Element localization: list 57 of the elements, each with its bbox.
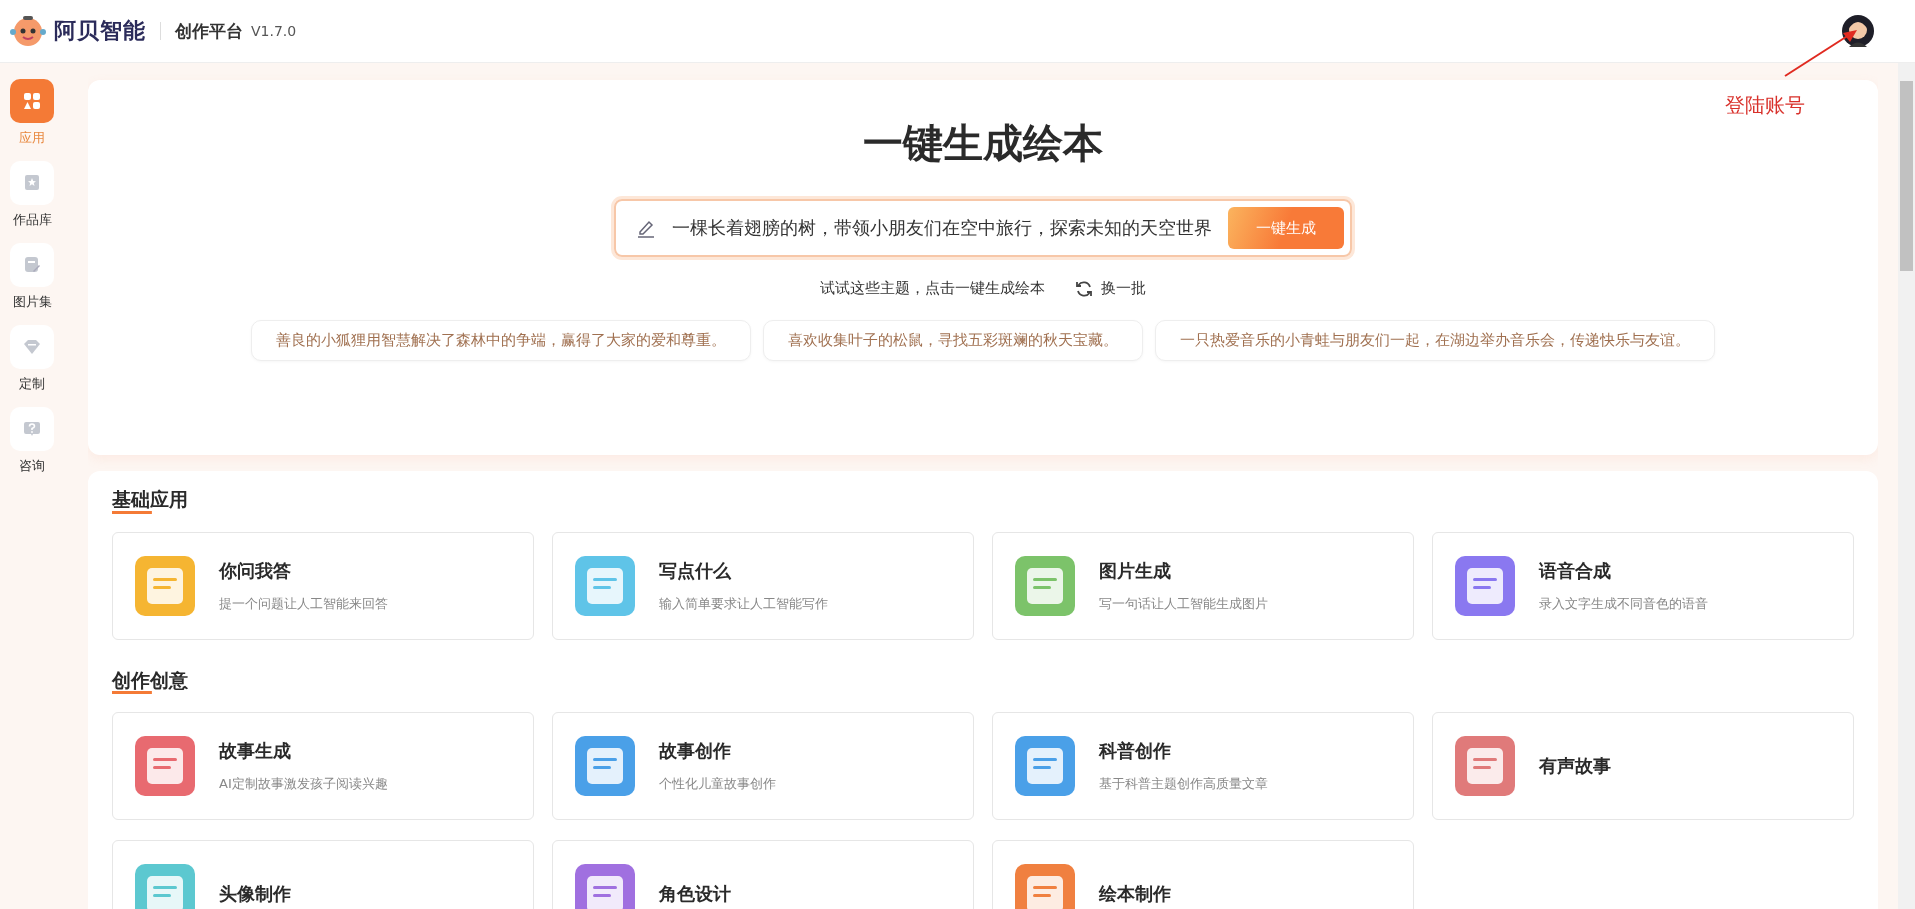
topic-chip[interactable]: 善良的小狐狸用智慧解决了森林中的争端，赢得了大家的爱和尊重。 bbox=[251, 320, 751, 361]
brand-name: 阿贝智能 bbox=[54, 17, 146, 45]
scrollbar[interactable] bbox=[1898, 63, 1915, 909]
help-bubble-icon bbox=[23, 420, 41, 438]
app-title: 语音合成 bbox=[1539, 558, 1612, 583]
app-title: 故事创作 bbox=[659, 739, 732, 763]
topic-chip[interactable]: 一只热爱音乐的小青蛙与朋友们一起，在湖边举办音乐会，传递快乐与友谊。 bbox=[1155, 320, 1715, 361]
app-description: 写一句话让人工智能生成图片 bbox=[1099, 594, 1268, 613]
app-title: 写点什么 bbox=[659, 558, 732, 583]
app-icon bbox=[133, 734, 197, 798]
avatar-icon[interactable] bbox=[1841, 14, 1875, 48]
hero-title: 一键生成绘本 bbox=[863, 119, 1103, 168]
app-card[interactable]: 故事创作 个性化儿童故事创作 bbox=[552, 712, 974, 820]
app-card[interactable]: 图片生成 写一句话让人工智能生成图片 bbox=[992, 531, 1414, 640]
app-title: 角色设计 bbox=[659, 882, 731, 906]
app-card[interactable]: 角色设计 bbox=[552, 840, 974, 909]
app-description: 录入文字生成不同音色的语音 bbox=[1539, 594, 1708, 613]
note-pencil-icon bbox=[23, 256, 41, 274]
pencil-icon bbox=[636, 218, 656, 238]
app-title: 故事生成 bbox=[219, 739, 292, 763]
app-icon bbox=[573, 553, 637, 618]
app-icon bbox=[1013, 734, 1077, 798]
robot-logo-icon bbox=[10, 14, 46, 48]
hint-text: 试试这些主题，点击一键生成绘本 bbox=[820, 279, 1045, 298]
topic-chip[interactable]: 喜欢收集叶子的松鼠，寻找五彩斑斓的秋天宝藏。 bbox=[763, 320, 1143, 361]
app-card[interactable]: 你问我答 提一个问题让人工智能来回答 bbox=[112, 531, 534, 640]
app-icon bbox=[1453, 734, 1517, 798]
app-icon bbox=[1453, 553, 1517, 618]
app-icon bbox=[573, 734, 637, 798]
version-label: V1.7.0 bbox=[251, 23, 297, 39]
refresh-icon bbox=[1075, 279, 1093, 298]
app-icon bbox=[1013, 553, 1077, 618]
app-description: 提一个问题让人工智能来回答 bbox=[219, 594, 388, 613]
app-card[interactable]: 头像制作 bbox=[112, 840, 534, 909]
app-card[interactable]: 故事生成 AI定制故事激发孩子阅读兴趣 bbox=[112, 712, 534, 820]
app-card[interactable]: 科普创作 基于科普主题创作高质量文章 bbox=[992, 712, 1414, 820]
app-card[interactable]: 有声故事 bbox=[1432, 712, 1854, 820]
app-card[interactable]: 写点什么 输入简单要求让人工智能写作 bbox=[552, 531, 974, 640]
app-description: 输入简单要求让人工智能写作 bbox=[659, 594, 828, 613]
app-card[interactable]: 绘本制作 bbox=[992, 840, 1414, 909]
app-description: 基于科普主题创作高质量文章 bbox=[1099, 775, 1268, 793]
platform-title: 创作平台 bbox=[175, 19, 243, 43]
diamond-icon bbox=[23, 338, 41, 356]
app-title: 图片生成 bbox=[1099, 558, 1172, 583]
app-description: 个性化儿童故事创作 bbox=[659, 775, 776, 793]
app-description: AI定制故事激发孩子阅读兴趣 bbox=[219, 775, 388, 793]
app-title: 科普创作 bbox=[1099, 739, 1172, 763]
app-title: 有声故事 bbox=[1539, 754, 1611, 778]
app-title: 你问我答 bbox=[219, 558, 292, 583]
annotation-text: 登陆账号 bbox=[1725, 92, 1805, 119]
app-title: 头像制作 bbox=[219, 882, 291, 906]
prompt-field[interactable]: 一棵长着翅膀的树，带领小朋友们在空中旅行，探索未知的天空世界 一键生成 bbox=[614, 199, 1352, 257]
app-icon bbox=[133, 553, 197, 618]
refresh-button[interactable]: 换一批 bbox=[1075, 279, 1146, 298]
apps-grid-icon bbox=[22, 91, 42, 111]
app-card[interactable]: 语音合成 录入文字生成不同音色的语音 bbox=[1432, 531, 1854, 640]
app-title: 绘本制作 bbox=[1099, 882, 1171, 906]
